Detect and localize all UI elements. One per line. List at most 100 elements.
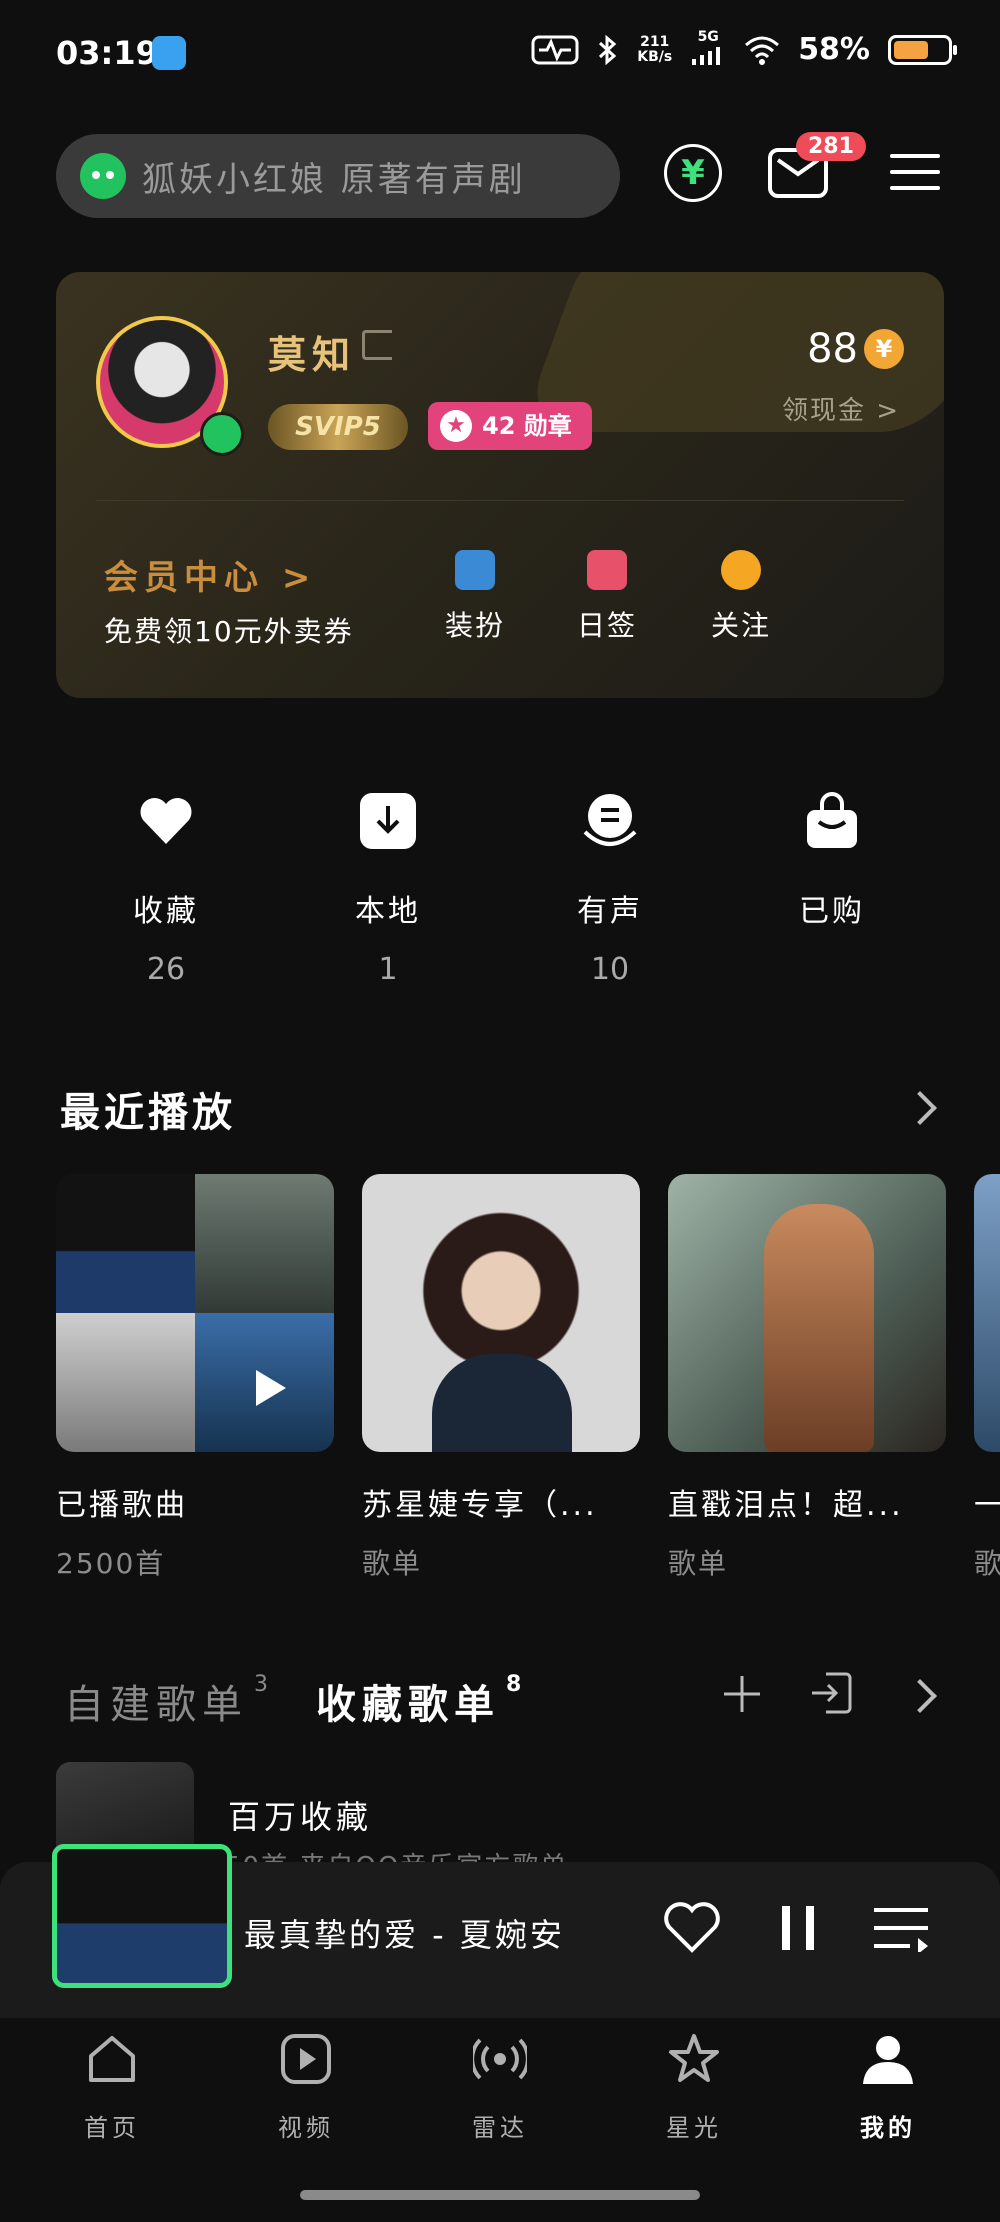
coin-button[interactable]: ¥: [664, 144, 722, 202]
coin-balance[interactable]: 88 ¥: [807, 326, 904, 372]
profile-card: 莫知 SVIP5 ★ 42 勋章 88 ¥ 领现金 > 会员中心 > 免费领10…: [56, 272, 944, 698]
recent-item-played[interactable]: 已播歌曲 2500首: [56, 1174, 334, 1582]
now-playing-cover[interactable]: [52, 1844, 232, 1988]
signal-icon: [692, 47, 721, 65]
cash-link[interactable]: 领现金 >: [782, 390, 900, 427]
now-playing-title[interactable]: 最真挚的爱 - 夏婉安: [244, 1910, 565, 1956]
playlist-cover: [668, 1174, 946, 1452]
stat-count: 1: [378, 952, 398, 987]
nav-video[interactable]: 视频: [206, 2018, 406, 2143]
person-icon: [863, 2036, 913, 2084]
shopping-bag-icon: [807, 792, 857, 848]
add-person-icon: [721, 550, 761, 590]
net-speed: 211 KB/s: [637, 33, 673, 65]
stat-audio[interactable]: 有声 10: [520, 790, 700, 987]
nav-starlight[interactable]: 星光: [594, 2018, 794, 2143]
quick-action-label: 装扮: [444, 609, 505, 642]
app-logo-icon: [80, 153, 126, 199]
nav-label: 星光: [666, 2114, 722, 2142]
tab-collected-playlists[interactable]: 收藏歌单 8: [316, 1672, 527, 1730]
recent-item-partial[interactable]: 一 歌: [974, 1174, 1000, 1582]
mail-badge: 281: [796, 132, 866, 161]
stat-favorites[interactable]: 收藏 26: [76, 790, 256, 987]
menu-icon[interactable]: [890, 154, 940, 202]
notification-app-icon: [152, 36, 186, 70]
radar-icon: [470, 2038, 530, 2080]
tile-subtitle: 歌: [974, 1547, 1000, 1580]
username[interactable]: 莫知: [268, 324, 356, 379]
nav-home[interactable]: 首页: [12, 2018, 212, 2143]
nav-label: 视频: [278, 2114, 334, 2142]
coin-icon: ¥: [864, 329, 904, 369]
nav-label: 首页: [84, 2114, 140, 2142]
calendar-check-icon: [587, 550, 627, 590]
stat-count: 10: [590, 952, 630, 987]
medal-label: 42 勋章: [482, 412, 572, 440]
playlist-cover: [362, 1174, 640, 1452]
download-icon: [360, 793, 416, 849]
stat-local[interactable]: 本地 1: [298, 790, 478, 987]
home-icon: [89, 2036, 135, 2082]
search-placeholder: 狐妖小红娘 原著有声剧: [142, 159, 526, 200]
playlist-queue-icon[interactable]: [872, 1904, 930, 1952]
status-time: 03:19: [56, 34, 158, 72]
tab-created-playlists[interactable]: 自建歌单 3: [64, 1672, 274, 1730]
play-icon: [256, 1370, 286, 1406]
add-icon[interactable]: [720, 1672, 764, 1716]
tile-subtitle: 歌单: [668, 1547, 729, 1580]
nav-mine[interactable]: 我的: [788, 2018, 988, 2143]
search-bar[interactable]: 狐妖小红娘 原著有声剧: [56, 134, 620, 218]
star-icon: ★: [440, 410, 472, 442]
wifi-icon: [745, 36, 780, 65]
home-indicator[interactable]: [300, 2190, 700, 2200]
stat-purchased[interactable]: 已购: [742, 790, 922, 952]
nav-radar[interactable]: 雷达: [400, 2018, 600, 2143]
wechat-icon: [200, 412, 244, 456]
quick-action-dress[interactable]: 装扮: [430, 550, 520, 644]
mosaic-cover: [56, 1174, 334, 1452]
audiobook-icon: [583, 794, 637, 846]
video-icon: [281, 2034, 331, 2084]
tile-title: 已播歌曲: [56, 1488, 188, 1523]
recent-item-playlist[interactable]: 苏星婕专享（... 歌单: [362, 1174, 640, 1582]
pause-icon[interactable]: [780, 1904, 816, 1952]
vip-promo[interactable]: 免费领10元外卖券: [104, 610, 354, 650]
import-icon[interactable]: [808, 1670, 854, 1716]
nav-label: 雷达: [472, 2114, 528, 2142]
status-indicators: 211 KB/s 5G 58%: [531, 30, 957, 69]
recent-title: 最近播放: [60, 1090, 236, 1136]
battery-percent: 58%: [798, 32, 870, 67]
nav-label: 我的: [860, 2114, 916, 2142]
hd-voice-icon: [531, 35, 579, 64]
stat-label: 已购: [799, 894, 865, 929]
tile-title: 一: [974, 1488, 1000, 1523]
recent-more-chevron-icon[interactable]: [903, 1091, 937, 1125]
medal-badge[interactable]: ★ 42 勋章: [428, 402, 592, 450]
stat-label: 有声: [577, 894, 643, 929]
quick-action-label: 日签: [576, 609, 637, 642]
heart-icon: [140, 797, 192, 844]
tile-subtitle: 歌单: [362, 1547, 423, 1580]
coin-count: 88: [807, 326, 858, 372]
tshirt-icon: [455, 550, 495, 590]
playlist-cover: [974, 1174, 1000, 1452]
divider: [96, 500, 904, 501]
vip-center-link[interactable]: 会员中心 >: [104, 550, 316, 599]
logout-icon[interactable]: [362, 330, 392, 360]
network-type: 5G: [690, 30, 726, 69]
quick-action-checkin[interactable]: 日签: [562, 550, 652, 644]
stat-count: 26: [146, 952, 186, 987]
like-heart-icon[interactable]: [662, 1900, 722, 1954]
stat-label: 本地: [355, 894, 421, 929]
recent-item-playlist[interactable]: 直戳泪点！超... 歌单: [668, 1174, 946, 1582]
stat-label: 收藏: [133, 894, 199, 929]
playlists-more-chevron-icon[interactable]: [903, 1679, 937, 1713]
tile-title: 直戳泪点！超...: [668, 1488, 904, 1523]
bluetooth-icon: [599, 34, 617, 65]
svip-badge[interactable]: SVIP5: [268, 404, 408, 450]
tile-title: 苏星婕专享（...: [362, 1488, 598, 1523]
tile-subtitle: 2500首: [56, 1547, 166, 1580]
quick-action-follow[interactable]: 关注: [696, 550, 786, 644]
playlist-title[interactable]: 百万收藏: [228, 1792, 372, 1838]
star-icon: [669, 2034, 719, 2082]
